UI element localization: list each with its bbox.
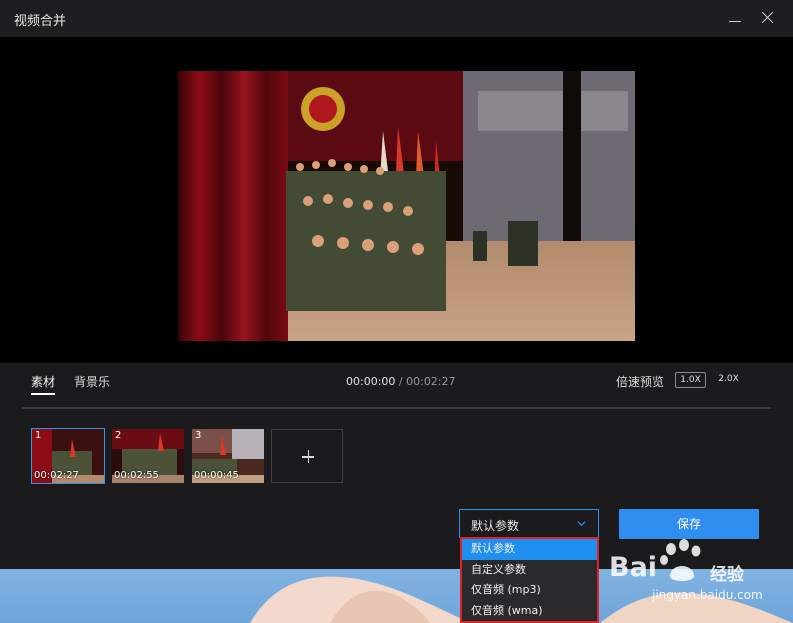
title-bar: 视频合并 — [0, 0, 793, 37]
output-format-select[interactable]: 默认参数 — [459, 509, 599, 538]
output-format-dropdown: 默认参数 自定义参数 仅音频 (mp3) 仅音频 (wma) — [460, 537, 599, 623]
clip-index: 3 — [195, 430, 202, 441]
chevron-down-icon — [577, 521, 586, 527]
clip-thumbnail[interactable]: 3 00:00:45 — [192, 429, 264, 483]
timecode: 00:00:00 / 00:02:27 — [346, 375, 456, 388]
dropdown-option-wma[interactable]: 仅音频 (wma) — [462, 601, 597, 622]
clip-index: 1 — [35, 430, 42, 441]
dropdown-option-mp3[interactable]: 仅音频 (mp3) — [462, 580, 597, 601]
video-preview[interactable] — [178, 71, 635, 341]
tab-material[interactable]: 素材 — [31, 373, 56, 395]
current-time: 00:00:00 — [346, 375, 396, 388]
speed-2x-button[interactable]: 2.0X — [713, 372, 744, 388]
close-icon[interactable] — [757, 8, 779, 28]
tab-background-music[interactable]: 背景乐 — [74, 373, 110, 390]
clip-duration: 00:02:27 — [34, 470, 79, 481]
clip-thumbnail[interactable]: 2 00:02:55 — [112, 429, 184, 483]
speed-preview-label: 倍速预览 — [616, 375, 665, 389]
minimize-icon[interactable] — [724, 8, 746, 28]
clip-index: 2 — [115, 430, 122, 441]
select-value: 默认参数 — [471, 519, 520, 533]
window-title: 视频合并 — [14, 14, 67, 29]
clip-duration: 00:00:45 — [194, 470, 239, 481]
watermark-brand: Bai — [609, 552, 658, 583]
preview-area — [0, 37, 793, 363]
clip-thumbnail[interactable]: 1 00:02:27 — [31, 428, 105, 484]
dropdown-option-default[interactable]: 默认参数 — [462, 539, 597, 560]
total-time: 00:02:27 — [406, 375, 456, 388]
toolbar-row: 素材 背景乐 00:00:00 / 00:02:27 倍速预览 1.0X 2.0… — [0, 363, 793, 409]
watermark-brand-suffix: 经验 — [710, 565, 744, 585]
add-clip-button[interactable] — [271, 429, 343, 483]
watermark-url: jingyan.baidu.com — [652, 588, 763, 602]
dropdown-option-custom[interactable]: 自定义参数 — [462, 560, 597, 581]
speed-1x-button[interactable]: 1.0X — [675, 372, 706, 388]
clip-duration: 00:02:55 — [114, 470, 159, 481]
time-separator: / — [395, 375, 407, 388]
